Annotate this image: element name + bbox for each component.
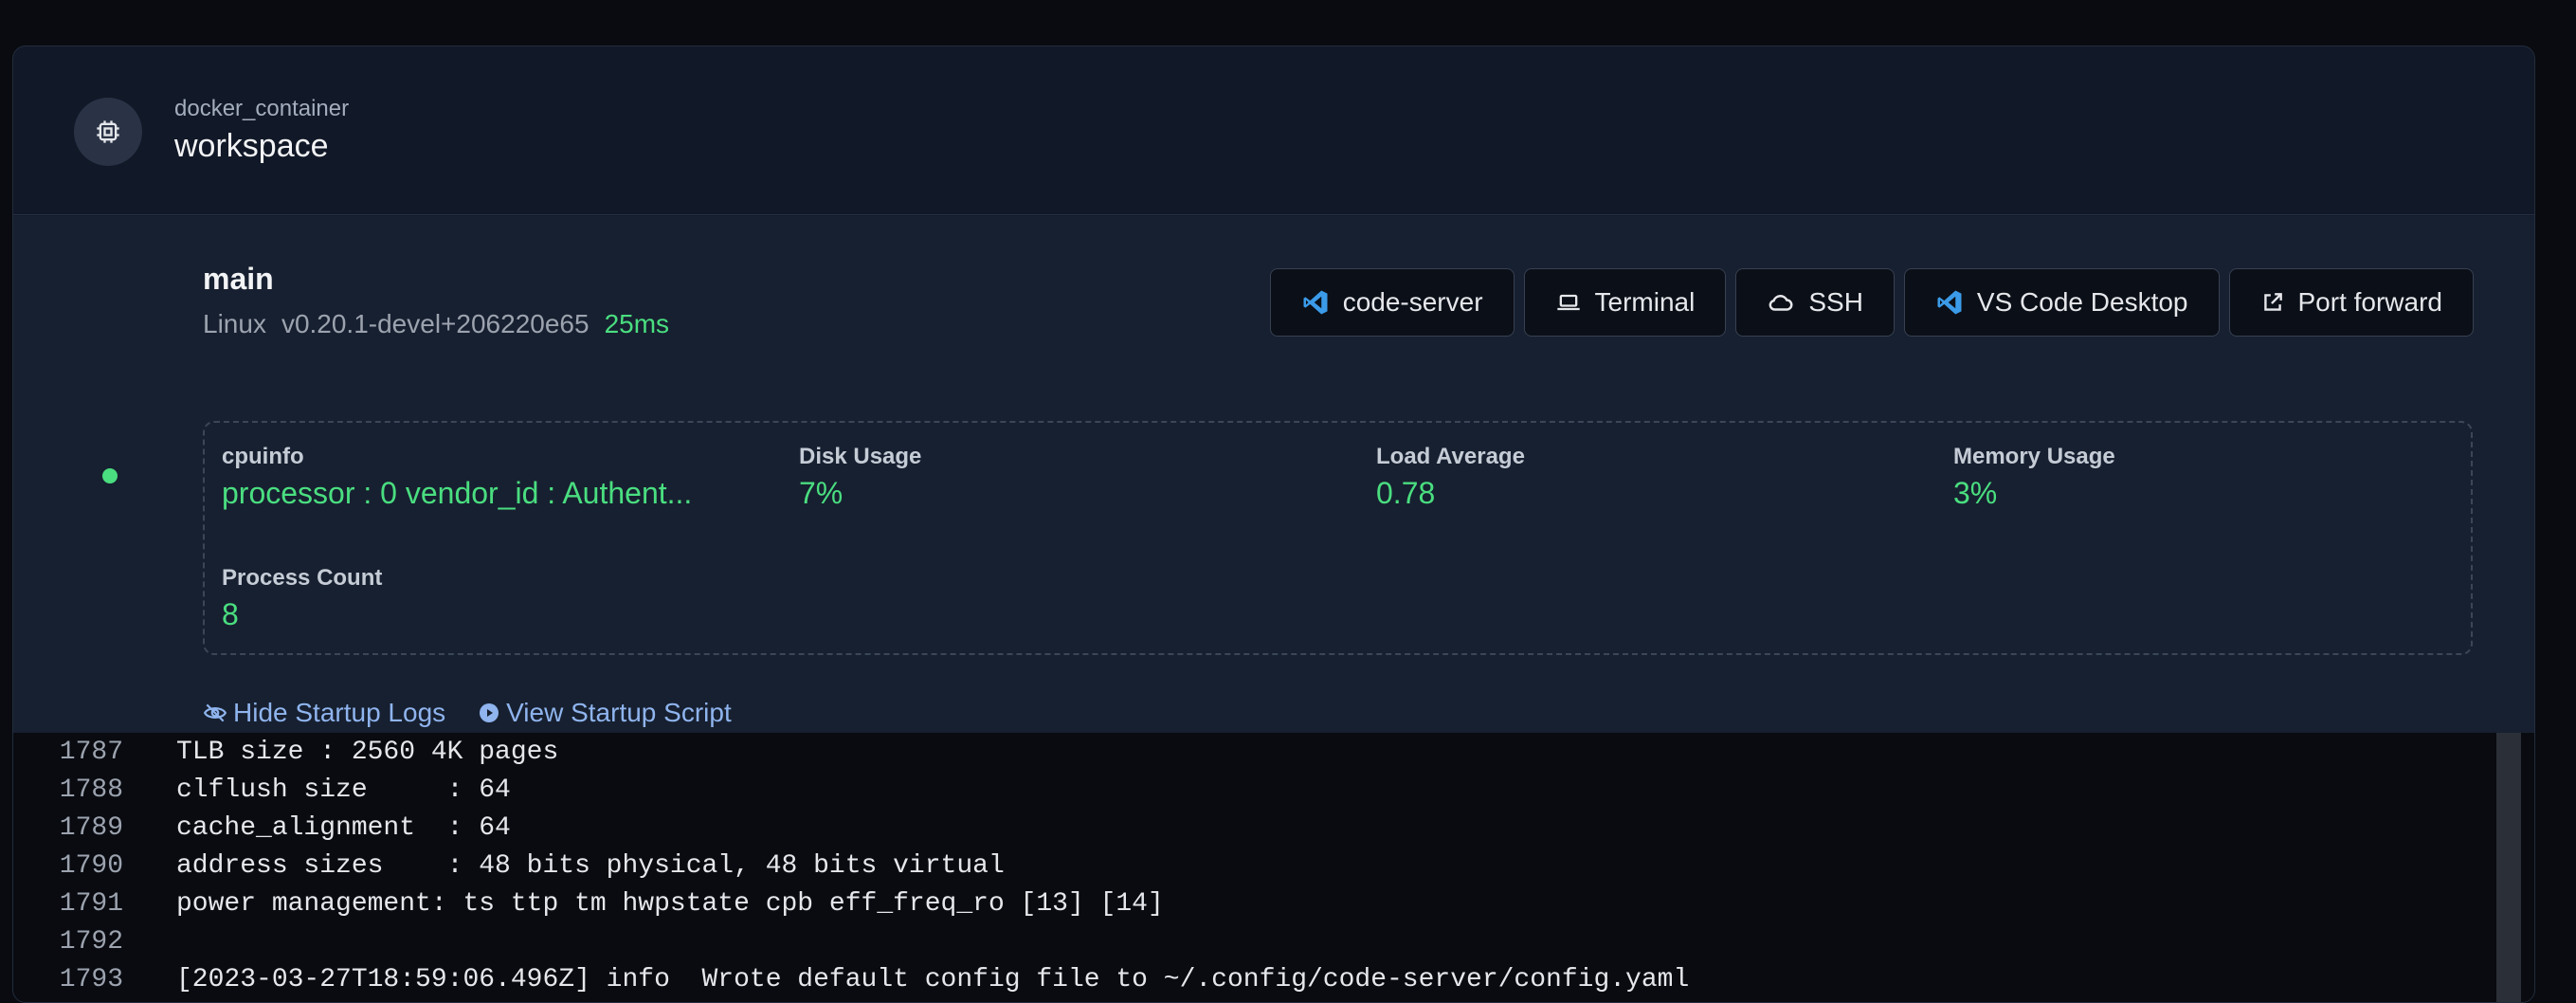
stat-label: Disk Usage [799,444,922,469]
stat-cpuinfo: cpuinfo processor : 0 vendor_id : Authen… [222,444,692,511]
vscode-icon [1303,290,1328,315]
resource-type: docker_container [174,96,350,121]
view-startup-script-label: View Startup Script [506,698,732,727]
log-line-number: 1793 [59,964,123,994]
terminal-button[interactable]: Terminal [1523,268,1727,337]
agent-os: Linux [203,309,266,338]
log-line-text: address sizes : 48 bits physical, 48 bit… [176,850,1005,881]
log-line: 1792 [13,922,176,960]
log-line-number: 1792 [59,926,123,957]
stat-label: Memory Usage [1953,444,2115,469]
log-line-text: [2023-03-27T18:59:06.496Z] info Wrote de… [176,964,1690,994]
stat-disk-usage: Disk Usage 7% [799,444,921,511]
stat-label: Process Count [222,565,383,591]
resource-card: docker_container workspace main Linux v0.… [12,46,2535,1003]
log-line: 1791 power management: ts ttp tm hwpstate… [13,884,1164,922]
laptop-icon [1556,294,1580,311]
ssh-button[interactable]: SSH [1735,268,1895,337]
vscode-icon [1937,290,1962,315]
external-link-icon [2263,293,2282,311]
log-line-text: cache_alignment : 64 [176,812,511,843]
hide-startup-logs-link[interactable]: Hide Startup Logs [203,698,445,728]
agent-name: main [203,262,274,296]
vscode-desktop-button[interactable]: VS Code Desktop [1903,268,2220,337]
agent-meta: Linux v0.20.1-devel+206220e65 25ms [203,309,669,339]
stat-value: 3% [1953,476,1998,510]
log-line: 1788 clflush size : 64 [13,771,511,809]
ssh-button-label: SSH [1808,287,1863,317]
eye-off-icon [203,703,227,722]
stat-value: 8 [222,597,239,631]
code-server-button-label: code-server [1342,287,1483,317]
resource-name: workspace [174,128,329,164]
vscode-desktop-button-label: VS Code Desktop [1976,287,2188,317]
agent-panel: main Linux v0.20.1-devel+206220e65 25ms co… [13,216,2534,733]
port-forward-button-label: Port forward [2297,287,2443,317]
stat-value: processor : 0 vendor_id : Authent... [222,476,693,510]
log-line: 1789 cache_alignment : 64 [13,809,511,847]
terminal-button-label: Terminal [1594,287,1696,317]
log-line-number: 1788 [59,775,123,805]
cpu-chip-icon [97,120,119,143]
startup-links: Hide Startup Logs View Startup Script [203,698,732,728]
agent-stats-panel: cpuinfo processor : 0 vendor_id : Authen… [203,421,2473,655]
hide-startup-logs-label: Hide Startup Logs [233,698,446,727]
stat-process-count: Process Count 8 [222,565,382,632]
stat-value: 0.78 [1376,476,1436,510]
agent-status-indicator [102,468,118,483]
stat-memory-usage: Memory Usage 3% [1953,444,2115,511]
code-server-button[interactable]: code-server [1269,268,1515,337]
log-line-number: 1790 [59,850,123,881]
resource-header: docker_container workspace [13,46,2534,215]
log-line: 1787 TLB size : 2560 4K pages [13,733,558,771]
stat-load-average: Load Average 0.78 [1376,444,1525,511]
play-circle-icon [480,703,499,722]
log-line-text: power management: ts ttp tm hwpstate cpb… [176,888,1164,919]
agent-app-buttons: code-server Terminal SSH VS Code Desktop… [1269,268,2474,337]
log-line-number: 1789 [59,812,123,843]
logs-scrollbar[interactable] [2496,733,2521,1002]
stat-label: cpuinfo [222,444,304,469]
log-line-text: clflush size : 64 [176,775,511,805]
log-line-text: TLB size : 2560 4K pages [176,737,559,767]
log-line-number: 1787 [59,737,123,767]
agent-version: v0.20.1-devel+206220e65 [281,309,590,338]
log-line: 1790 address sizes : 48 bits physical, 48… [13,847,1005,884]
startup-logs[interactable]: 1787 TLB size : 2560 4K pages 1788 clflush… [13,733,2534,1002]
cloud-icon [1769,295,1793,311]
stat-label: Load Average [1376,444,1525,469]
resource-icon-badge [74,98,142,166]
agent-latency: 25ms [604,309,670,338]
log-line-number: 1791 [59,888,123,919]
log-line: 1793 [2023-03-27T18:59:06.496Z] info Wrot… [13,960,1689,998]
view-startup-script-link[interactable]: View Startup Script [478,698,732,728]
port-forward-button[interactable]: Port forward [2228,268,2474,337]
stat-value: 7% [799,476,844,510]
